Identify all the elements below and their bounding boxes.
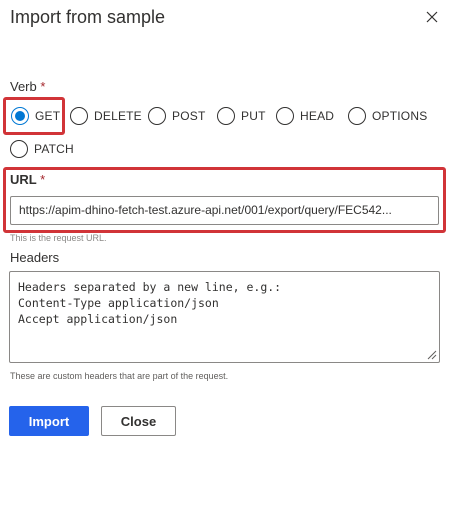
verb-option-label: DELETE xyxy=(94,109,142,123)
headers-hint: These are custom headers that are part o… xyxy=(10,371,229,381)
verb-option-head[interactable]: HEAD xyxy=(276,107,334,125)
verb-option-label: HEAD xyxy=(300,109,335,123)
verb-label: Verb * xyxy=(10,79,45,94)
verb-option-post[interactable]: POST xyxy=(148,107,205,125)
verb-label-text: Verb xyxy=(10,79,37,94)
required-mark: * xyxy=(40,172,46,187)
import-button[interactable]: Import xyxy=(9,406,89,436)
verb-option-patch[interactable]: PATCH xyxy=(10,140,74,158)
headers-textarea[interactable] xyxy=(9,271,440,363)
url-input[interactable]: https://apim-dhino-fetch-test.azure-api.… xyxy=(10,196,439,225)
url-label: URL * xyxy=(10,172,45,187)
radio-unchecked-icon xyxy=(70,107,88,125)
verb-option-label: POST xyxy=(172,109,206,123)
radio-unchecked-icon xyxy=(148,107,166,125)
url-label-text: URL xyxy=(10,172,37,187)
verb-option-label: OPTIONS xyxy=(372,109,428,123)
close-button[interactable]: Close xyxy=(101,406,176,436)
headers-label: Headers xyxy=(10,250,60,265)
radio-unchecked-icon xyxy=(217,107,235,125)
url-hint: This is the request URL. xyxy=(10,233,107,243)
verb-option-options[interactable]: OPTIONS xyxy=(348,107,427,125)
verb-option-delete[interactable]: DELETE xyxy=(70,107,142,125)
radio-checked-icon xyxy=(11,107,29,125)
radio-unchecked-icon xyxy=(10,140,28,158)
verb-option-label: GET xyxy=(35,109,61,123)
resize-grip-icon[interactable] xyxy=(426,349,437,360)
radio-unchecked-icon xyxy=(276,107,294,125)
close-icon[interactable] xyxy=(424,9,440,25)
verb-option-label: PATCH xyxy=(34,142,74,156)
radio-unchecked-icon xyxy=(348,107,366,125)
verb-option-label: PUT xyxy=(241,109,266,123)
verb-option-get[interactable]: GET xyxy=(11,107,60,125)
verb-option-put[interactable]: PUT xyxy=(217,107,266,125)
required-mark: * xyxy=(40,79,46,94)
dialog-title: Import from sample xyxy=(10,7,166,27)
